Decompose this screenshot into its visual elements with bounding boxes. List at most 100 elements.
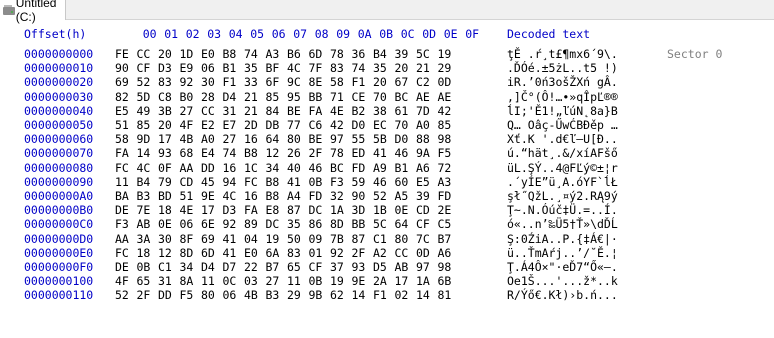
hex-byte[interactable]: B8 — [223, 47, 237, 61]
hex-row[interactable]: 0000000050 51 85 20 4F E2 E7 2D DB 77 C6 42 D0 EC 70 A0… — [0, 118, 774, 132]
decoded-text[interactable]: ú.“hät¸.&/xíAFšő — [507, 146, 618, 160]
hex-byte[interactable]: 74 — [244, 47, 258, 61]
hex-byte[interactable]: 7B — [330, 232, 344, 246]
decoded-text[interactable]: üL.ŞÝ..4@FĽý©±¦r — [507, 161, 618, 175]
hex-byte[interactable]: 52 — [137, 75, 151, 89]
hex-byte[interactable]: 39 — [395, 47, 409, 61]
hex-byte[interactable]: 80 — [287, 132, 301, 146]
decoded-text[interactable]: ó«..n’‰Ü5†Ť»\dĎĹ — [507, 217, 618, 231]
hex-byte[interactable]: 4B — [244, 288, 258, 302]
hex-byte[interactable]: 93 — [352, 260, 366, 274]
hex-byte[interactable]: DD — [158, 288, 172, 302]
hex-byte[interactable]: BA — [115, 189, 129, 203]
hex-byte[interactable]: 2F — [137, 288, 151, 302]
hex-byte[interactable]: 39 — [416, 189, 430, 203]
hex-byte[interactable]: BB — [352, 217, 366, 231]
hex-byte[interactable]: 8A — [180, 274, 194, 288]
hex-byte[interactable]: 4F — [115, 274, 129, 288]
hex-byte[interactable]: 2E — [438, 203, 452, 217]
hex-byte[interactable]: 68 — [180, 146, 194, 160]
hex-byte[interactable]: D0 — [352, 118, 366, 132]
hex-byte[interactable]: BE — [287, 104, 301, 118]
hex-row[interactable]: 00000000C0 F3 AB 0E 06 6E 92 89 DC 35 86 8D BB 5C 64 CF… — [0, 217, 774, 231]
hex-byte[interactable]: 86 — [309, 217, 323, 231]
hex-byte[interactable]: B8 — [244, 146, 258, 160]
hex-byte[interactable]: 80 — [395, 232, 409, 246]
hex-byte[interactable]: 11 — [201, 274, 215, 288]
hex-byte[interactable]: 4B — [180, 132, 194, 146]
hex-byte[interactable]: 1A — [330, 203, 344, 217]
hex-byte[interactable]: 06 — [223, 288, 237, 302]
hex-byte[interactable]: 4C — [287, 61, 301, 75]
hex-byte[interactable]: F1 — [373, 288, 387, 302]
hex-byte[interactable]: 36 — [352, 47, 366, 61]
hex-row[interactable]: 0000000080 FC 4C 0F AA DD 16 1C 34 40 46 BC FD A9 B1 A6… — [0, 161, 774, 175]
hex-byte[interactable]: A4 — [287, 189, 301, 203]
hex-byte[interactable]: 0C — [223, 274, 237, 288]
hex-byte[interactable]: 29 — [287, 288, 301, 302]
hex-byte[interactable]: 30 — [201, 75, 215, 89]
hex-byte[interactable]: 9B — [309, 288, 323, 302]
hex-byte[interactable]: 83 — [330, 61, 344, 75]
hex-byte[interactable]: 3B — [158, 104, 172, 118]
hex-byte[interactable]: D3 — [158, 61, 172, 75]
hex-byte[interactable]: 55 — [352, 132, 366, 146]
hex-byte[interactable]: 9C — [287, 75, 301, 89]
hex-byte[interactable]: 49 — [137, 104, 151, 118]
hex-byte[interactable]: 14 — [352, 288, 366, 302]
hex-byte[interactable]: B4 — [137, 175, 151, 189]
hex-byte[interactable]: 65 — [137, 274, 151, 288]
hex-row[interactable]: 0000000000 FE CC 20 1D E0 B8 74 A3 B6 6D 78 36 B4 39 5C… — [0, 47, 774, 61]
hex-byte[interactable]: 1A — [416, 274, 430, 288]
hex-byte[interactable]: 41 — [223, 232, 237, 246]
hex-byte[interactable]: 27 — [266, 274, 280, 288]
hex-byte[interactable]: FA — [244, 203, 258, 217]
hex-byte[interactable]: 27 — [180, 104, 194, 118]
hex-byte[interactable]: 5B — [373, 132, 387, 146]
hex-byte[interactable]: 85 — [266, 90, 280, 104]
hex-byte[interactable]: A5 — [395, 189, 409, 203]
hex-byte[interactable]: 35 — [373, 61, 387, 75]
hex-byte[interactable]: 89 — [244, 217, 258, 231]
hex-byte[interactable]: B1 — [395, 161, 409, 175]
hex-byte[interactable]: 0F — [158, 161, 172, 175]
hex-byte[interactable]: 1C — [244, 161, 258, 175]
hex-byte[interactable]: 40 — [287, 161, 301, 175]
hex-byte[interactable]: 97 — [330, 132, 344, 146]
hex-byte[interactable]: E9 — [180, 61, 194, 75]
hex-byte[interactable]: 92 — [180, 75, 194, 89]
hex-byte[interactable]: 97 — [416, 260, 430, 274]
hex-byte[interactable]: 19 — [438, 47, 452, 61]
hex-byte[interactable]: 58 — [115, 132, 129, 146]
hex-byte[interactable]: 82 — [115, 90, 129, 104]
hex-byte[interactable]: 9A — [416, 146, 430, 160]
hex-byte[interactable]: 0B — [137, 260, 151, 274]
hex-byte[interactable]: BF — [266, 61, 280, 75]
hex-byte[interactable]: 45 — [201, 175, 215, 189]
hex-byte[interactable]: 65 — [287, 260, 301, 274]
hex-byte[interactable]: 41 — [223, 246, 237, 260]
hex-byte[interactable]: 46 — [395, 146, 409, 160]
hex-byte[interactable]: 19 — [266, 232, 280, 246]
hex-byte[interactable]: B2 — [352, 104, 366, 118]
hex-byte[interactable]: 18 — [137, 246, 151, 260]
hex-byte[interactable]: FD — [309, 189, 323, 203]
hex-byte[interactable]: 95 — [287, 90, 301, 104]
hex-byte[interactable]: 16 — [244, 189, 258, 203]
hex-byte[interactable]: 20 — [373, 75, 387, 89]
hex-byte[interactable]: 4C — [137, 161, 151, 175]
hex-row[interactable]: 00000000A0 BA B3 BD 51 9E 4C 16 B8 A4 FD 32 90 52 A5 39… — [0, 189, 774, 203]
hex-byte[interactable]: 0E — [158, 217, 172, 231]
hex-byte[interactable]: 98 — [438, 132, 452, 146]
decoded-text[interactable]: iR.’0ń3ošŽXń gÂ. — [507, 75, 618, 89]
hex-byte[interactable]: 79 — [158, 175, 172, 189]
hex-byte[interactable]: B7 — [266, 260, 280, 274]
hex-byte[interactable]: 38 — [373, 104, 387, 118]
hex-byte[interactable]: E5 — [115, 104, 129, 118]
hex-row[interactable]: 0000000060 58 9D 17 4B A0 27 16 64 80 BE 97 55 5B D0 88… — [0, 132, 774, 146]
hex-byte[interactable]: E7 — [223, 118, 237, 132]
hex-byte[interactable]: 59 — [352, 175, 366, 189]
hex-byte[interactable]: 62 — [330, 288, 344, 302]
hex-row[interactable]: 0000000100 4F 65 31 8A 11 0C 03 27 11 0B 19 9E 2A 17 1A… — [0, 274, 774, 288]
hex-byte[interactable]: 22 — [244, 260, 258, 274]
